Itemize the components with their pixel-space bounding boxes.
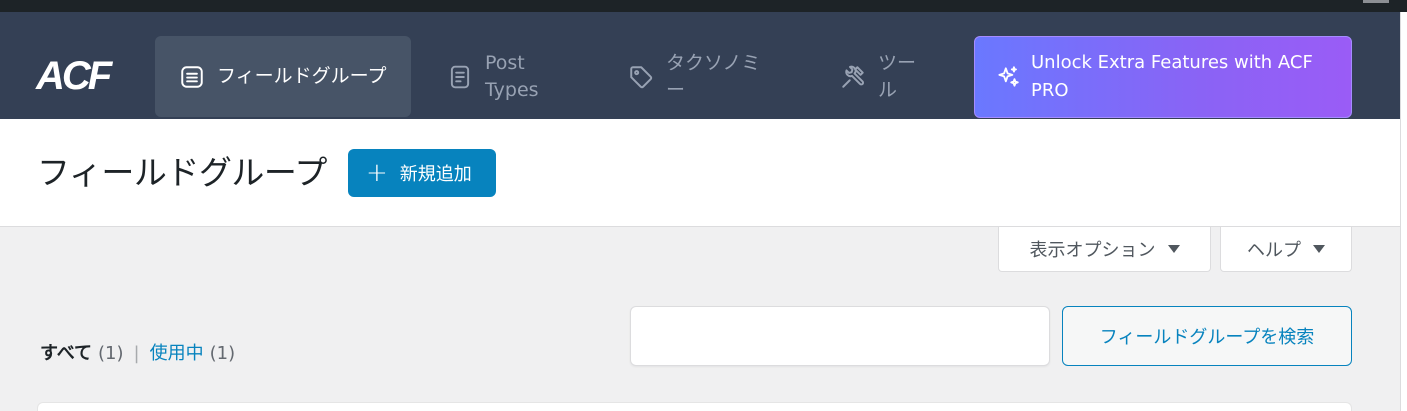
filter-all[interactable]: すべて [40,339,92,365]
caret-down-icon [1313,245,1325,253]
caret-down-icon [1167,245,1180,253]
help-toggle[interactable]: ヘルプ [1220,227,1352,272]
list-icon [181,65,203,88]
filter-active[interactable]: 使用中 [150,339,204,365]
screen-options-toggle[interactable]: 表示オプション [998,227,1211,272]
page-title: フィールドグループ [37,153,327,192]
scrollbar[interactable] [1400,12,1407,411]
filter-active-count: (1) [209,343,236,364]
wrench-screwdriver-icon [842,65,864,88]
tab-field-groups[interactable]: フィールドグループ [155,36,411,117]
search-input[interactable] [630,306,1050,366]
screen-options-label: 表示オプション [1029,240,1156,261]
status-filter: すべて (1) | 使用中 (1) [40,339,235,365]
upgrade-to-pro-button[interactable]: Unlock Extra Features with ACF PRO [974,36,1352,118]
tab-taxonomies[interactable]: タクソノミー [616,36,791,117]
plus-icon: + [366,158,388,188]
title-bar: フィールドグループ + 新規追加 [0,119,1400,227]
document-icon [450,65,470,88]
search-button[interactable]: フィールドグループを検索 [1062,306,1352,366]
field-groups-table [37,402,1352,411]
tag-icon [630,65,653,88]
help-label: ヘルプ [1247,240,1301,261]
tab-label: Post Types [485,51,539,101]
add-new-label: 新規追加 [399,164,472,185]
admin-bar-corner [1363,0,1389,3]
sparkles-icon [998,66,1019,87]
tab-label: フィールドグループ [217,65,387,87]
tab-tools[interactable]: ツール [828,36,948,117]
admin-bar [0,0,1407,12]
tab-post-types[interactable]: Post Types [435,36,585,117]
acf-logo[interactable]: ACF [36,56,112,96]
filter-all-count: (1) [98,343,124,364]
tab-label: タクソノミー [666,51,761,101]
tab-label: ツール [878,51,917,101]
upgrade-label: Unlock Extra Features with ACF PRO [1031,52,1313,101]
filter-separator: | [133,343,140,364]
acf-header: ACF フィールドグループ Post Types タクソノミー ツール Unlo… [0,12,1400,119]
add-new-button[interactable]: + 新規追加 [348,149,496,197]
